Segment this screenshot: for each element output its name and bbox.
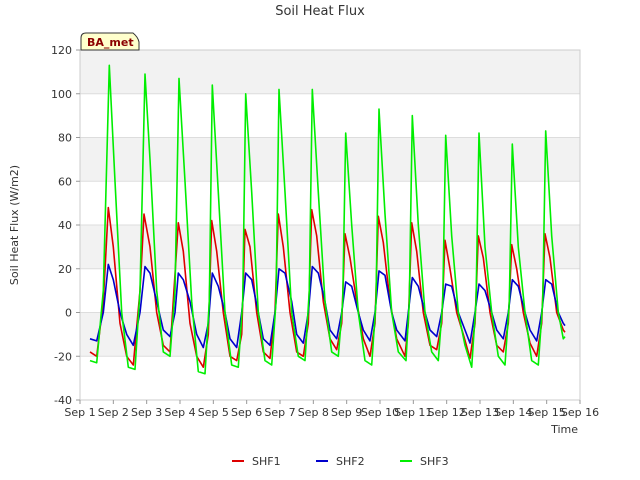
y-tick-label: 20 <box>58 263 72 276</box>
x-tick-label: Sep 4 <box>164 406 195 419</box>
background-band <box>80 93 580 138</box>
legend-label-shf3: SHF3 <box>420 455 449 468</box>
x-tick-label: Sep 6 <box>231 406 262 419</box>
site-badge: BA_met <box>80 32 140 51</box>
background-band <box>80 181 580 225</box>
background-band <box>80 50 580 94</box>
legend-label-shf2: SHF2 <box>336 455 365 468</box>
y-tick-label: 100 <box>51 88 72 101</box>
y-axis-label: Soil Heat Flux (W/m2) <box>8 165 21 285</box>
x-tick-label: Sep 9 <box>331 406 362 419</box>
y-tick-label: 80 <box>58 132 72 145</box>
legend-label-shf1: SHF1 <box>252 455 281 468</box>
x-axis-label: Time <box>550 423 578 436</box>
x-tick-label: Sep 3 <box>131 406 162 419</box>
x-tick-label: Sep 2 <box>98 406 129 419</box>
x-tick-label: Sep 5 <box>198 406 229 419</box>
x-tick-label: Sep 16 <box>561 406 599 419</box>
site-badge-label: BA_met <box>87 36 134 49</box>
y-tick-label: 120 <box>51 44 72 57</box>
x-tick-label: Sep 7 <box>264 406 295 419</box>
x-tick-label: Sep 8 <box>298 406 329 419</box>
chart-title: Soil Heat Flux <box>275 4 365 19</box>
x-tick-label: Sep 1 <box>64 406 95 419</box>
background-band <box>80 137 580 182</box>
soil-heat-flux-chart: -40-20020406080100120 Sep 1 Sep 2 Sep 3 Sep… <box>0 0 640 480</box>
y-tick-label: -20 <box>54 350 72 363</box>
y-tick-label: 0 <box>65 307 72 320</box>
y-tick-label: 40 <box>58 219 72 232</box>
y-tick-label: 60 <box>58 175 72 188</box>
